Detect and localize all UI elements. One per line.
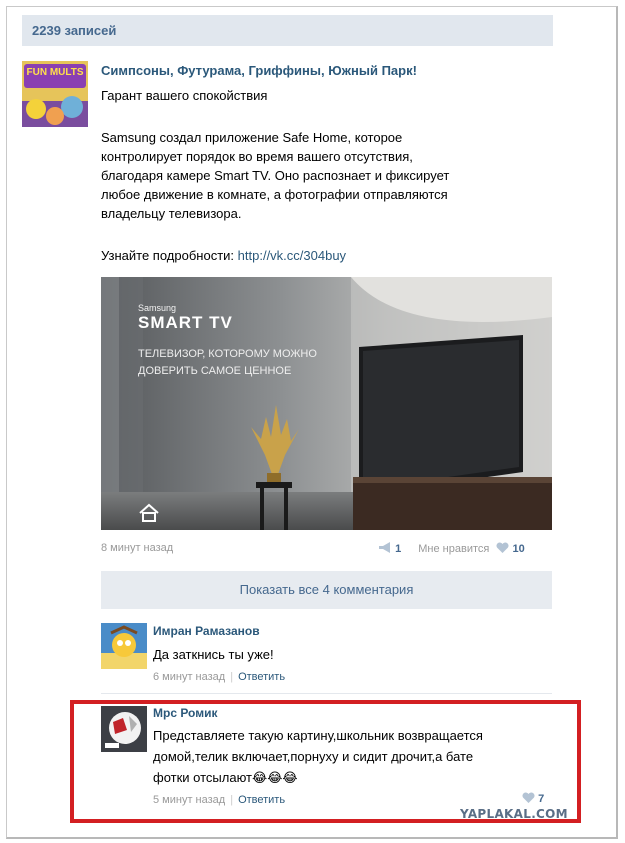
post-body-line: благодаря камере Smart TV. Оно распознае… bbox=[101, 168, 450, 183]
show-all-comments-button[interactable]: Показать все 4 комментария bbox=[101, 571, 552, 609]
meta-separator: | bbox=[230, 671, 234, 683]
post-image[interactable]: Samsung SMART TV ТЕЛЕВИЗОР, КОТОРОМУ МОЖ… bbox=[101, 277, 552, 530]
reply-button[interactable]: Ответить bbox=[238, 671, 285, 683]
like-button[interactable]: Мне нравится 10 bbox=[418, 542, 525, 555]
image-tagline-2: ДОВЕРИТЬ САМОЕ ЦЕННОЕ bbox=[138, 365, 292, 377]
post-subtitle: Гарант вашего спокойствия bbox=[101, 88, 268, 103]
avatar-logo-text: FUN MULTS bbox=[26, 67, 84, 78]
comment-meta: 6 минут назад | Ответить bbox=[153, 671, 285, 683]
repost-button[interactable]: 1 bbox=[378, 542, 404, 555]
repost-count: 1 bbox=[395, 543, 402, 555]
like-label: Мне нравится bbox=[418, 543, 490, 555]
avatar-image bbox=[101, 623, 147, 669]
post-body-line: любое движение в комнате, а фотографии о… bbox=[101, 187, 448, 202]
image-tagline-1: ТЕЛЕВИЗОР, КОТОРОМУ МОЖНО bbox=[138, 348, 317, 360]
post-time[interactable]: 8 минут назад bbox=[101, 542, 173, 554]
megaphone-icon bbox=[379, 542, 390, 553]
home-icon bbox=[139, 503, 159, 522]
post-body-line: Samsung создал приложение Safe Home, кот… bbox=[101, 130, 403, 145]
records-count: 2239 записей bbox=[22, 15, 553, 46]
watermark: YAPLAKAL.COM bbox=[460, 807, 568, 821]
community-avatar[interactable]: FUN MULTS bbox=[22, 61, 88, 127]
heart-icon bbox=[496, 542, 509, 553]
image-brand: Samsung bbox=[138, 303, 177, 313]
post-link[interactable]: http://vk.cc/304buy bbox=[238, 248, 346, 263]
post-body: Samsung создал приложение Safe Home, кот… bbox=[101, 128, 501, 223]
post-actions: 1 Мне нравится 10 bbox=[378, 542, 525, 555]
image-logo: SMART TV bbox=[138, 313, 233, 332]
more-label: Узнайте подробности: bbox=[101, 248, 235, 263]
post-author[interactable]: Симпсоны, Футурама, Гриффины, Южный Парк… bbox=[101, 63, 417, 78]
comment-divider bbox=[101, 693, 552, 694]
comment-text: Да заткнись ты уже! bbox=[153, 647, 274, 662]
highlight-box bbox=[70, 700, 581, 823]
comment-time[interactable]: 6 минут назад bbox=[153, 671, 225, 683]
post-more: Узнайте подробности: http://vk.cc/304buy bbox=[101, 248, 346, 263]
post-body-line: владельцу телевизора. bbox=[101, 206, 242, 221]
comment-avatar[interactable] bbox=[101, 623, 147, 669]
comment-author[interactable]: Имран Рамазанов bbox=[153, 624, 260, 638]
like-count: 10 bbox=[512, 543, 525, 555]
post-body-line: контролирует порядок во время вашего отс… bbox=[101, 149, 413, 164]
